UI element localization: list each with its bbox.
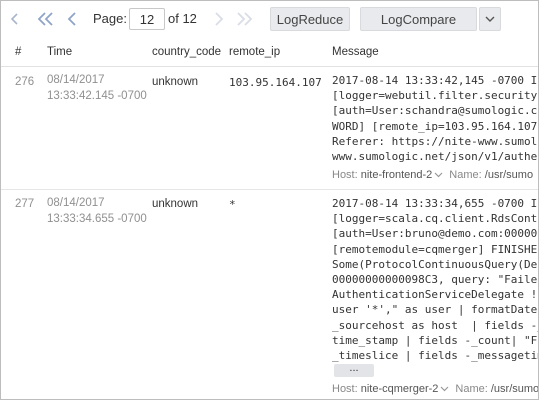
row-date: 08/14/2017 [47, 74, 105, 86]
message-line: [remotemodule=cqmerger] FINISHED [332, 242, 539, 256]
message-line: [logger=webutil.filter.security. [332, 89, 539, 103]
message-line: Some(ProtocolContinuousQuery(Def [332, 257, 539, 271]
previous-page-icon[interactable] [61, 8, 83, 30]
row-date: 08/14/2017 [47, 197, 105, 209]
name-value[interactable]: /usr/sumo [491, 383, 538, 395]
message-line: 2017-08-14 13:33:42,145 -0700 INFO [332, 74, 539, 87]
message-line: [logger=scala.cq.client.RdsConti [332, 212, 539, 226]
name-label: Name: [455, 383, 488, 395]
message-line: 00000000000098C3, query: "Failed [332, 273, 539, 287]
chevron-down-icon [485, 16, 495, 22]
logcompare-button[interactable]: LogCompare [360, 7, 477, 31]
page-label: Page: [93, 11, 127, 26]
pagination-toolbar: Page: of 12 LogReduce LogCompare [1, 1, 538, 37]
row-number: 276 [15, 76, 35, 88]
message-line: _sourcehost as host | fields -_ [332, 318, 539, 332]
host-value[interactable]: nite-frontend-2 [361, 169, 433, 181]
chevron-down-icon[interactable] [440, 386, 449, 392]
column-header-message[interactable]: Message [332, 46, 379, 58]
column-header-country-code[interactable]: country_code [152, 46, 221, 58]
prev-page-chevron-icon[interactable] [4, 8, 26, 30]
row-message[interactable]: 2017-08-14 13:33:42,145 -0700 INFO [logg… [332, 73, 539, 164]
message-line: AuthenticationServiceDelegate ! [332, 288, 538, 302]
message-line: time_stamp | fields -_count| "Fa [332, 333, 539, 347]
host-value[interactable]: nite-cqmerger-2 [361, 383, 439, 395]
row-time: 08/14/2017 13:33:42.145 -0700 [47, 72, 147, 104]
message-line: _timeslice | fields -_messagetim [332, 349, 539, 363]
row-country-code: unknown [152, 76, 199, 88]
row-country-code: unknown [152, 198, 199, 210]
chevron-down-icon[interactable] [434, 172, 443, 178]
message-line: Referer: https://nite-www.sumolog [332, 134, 539, 148]
row-time: 08/14/2017 13:33:34.655 -0700 [47, 195, 147, 227]
last-page-icon[interactable] [233, 8, 255, 30]
first-page-icon[interactable] [35, 8, 57, 30]
row-message[interactable]: 2017-08-14 13:33:34,655 -0700 INFO [logg… [332, 196, 539, 363]
row-timestamp: 13:33:42.145 -0700 [47, 90, 147, 102]
host-label: Host: [332, 169, 358, 181]
table-row[interactable]: 277 08/14/2017 13:33:34.655 -0700 unknow… [1, 191, 539, 399]
row-timestamp: 13:33:34.655 -0700 [47, 213, 147, 225]
logcompare-dropdown-button[interactable] [479, 7, 501, 31]
row-remote-ip: * [229, 198, 236, 211]
table-header: # Time country_code remote_ip Message [1, 37, 538, 67]
message-line: [auth=User:schandra@sumologic.com [332, 104, 539, 118]
page-total: of 12 [168, 11, 197, 26]
column-header-time[interactable]: Time [47, 46, 72, 58]
message-line: 2017-08-14 13:33:34,655 -0700 INFO [332, 197, 539, 210]
column-header-number[interactable]: # [15, 46, 21, 58]
table-row[interactable]: 276 08/14/2017 13:33:42.145 -0700 unknow… [1, 67, 539, 190]
column-header-remote-ip[interactable]: remote_ip [229, 46, 280, 58]
expand-message-button[interactable]: ... [334, 363, 374, 377]
name-value[interactable]: /usr/sumo [485, 169, 533, 181]
message-line: user '*'," as user | formatDate [332, 303, 538, 317]
row-metadata: Host: nite-frontend-2 Name: /usr/sumo [332, 169, 538, 181]
name-label: Name: [449, 169, 482, 181]
message-line: WORD] [remote_ip=103.95.164.107] [332, 119, 539, 133]
page-number-input[interactable] [129, 8, 165, 30]
logreduce-button[interactable]: LogReduce [270, 7, 350, 31]
message-line: www.sumologic.net/json/v1/authent [332, 150, 539, 164]
row-remote-ip: 103.95.164.107 [229, 76, 322, 89]
message-line: [auth=User:bruno@demo.com:0000000 [332, 227, 539, 241]
row-metadata: Host: nite-cqmerger-2 Name: /usr/sumo [332, 383, 538, 395]
next-page-icon[interactable] [208, 8, 230, 30]
host-label: Host: [332, 383, 358, 395]
row-number: 277 [15, 198, 35, 210]
log-results-panel: Page: of 12 LogReduce LogCompare # Time … [0, 0, 539, 400]
